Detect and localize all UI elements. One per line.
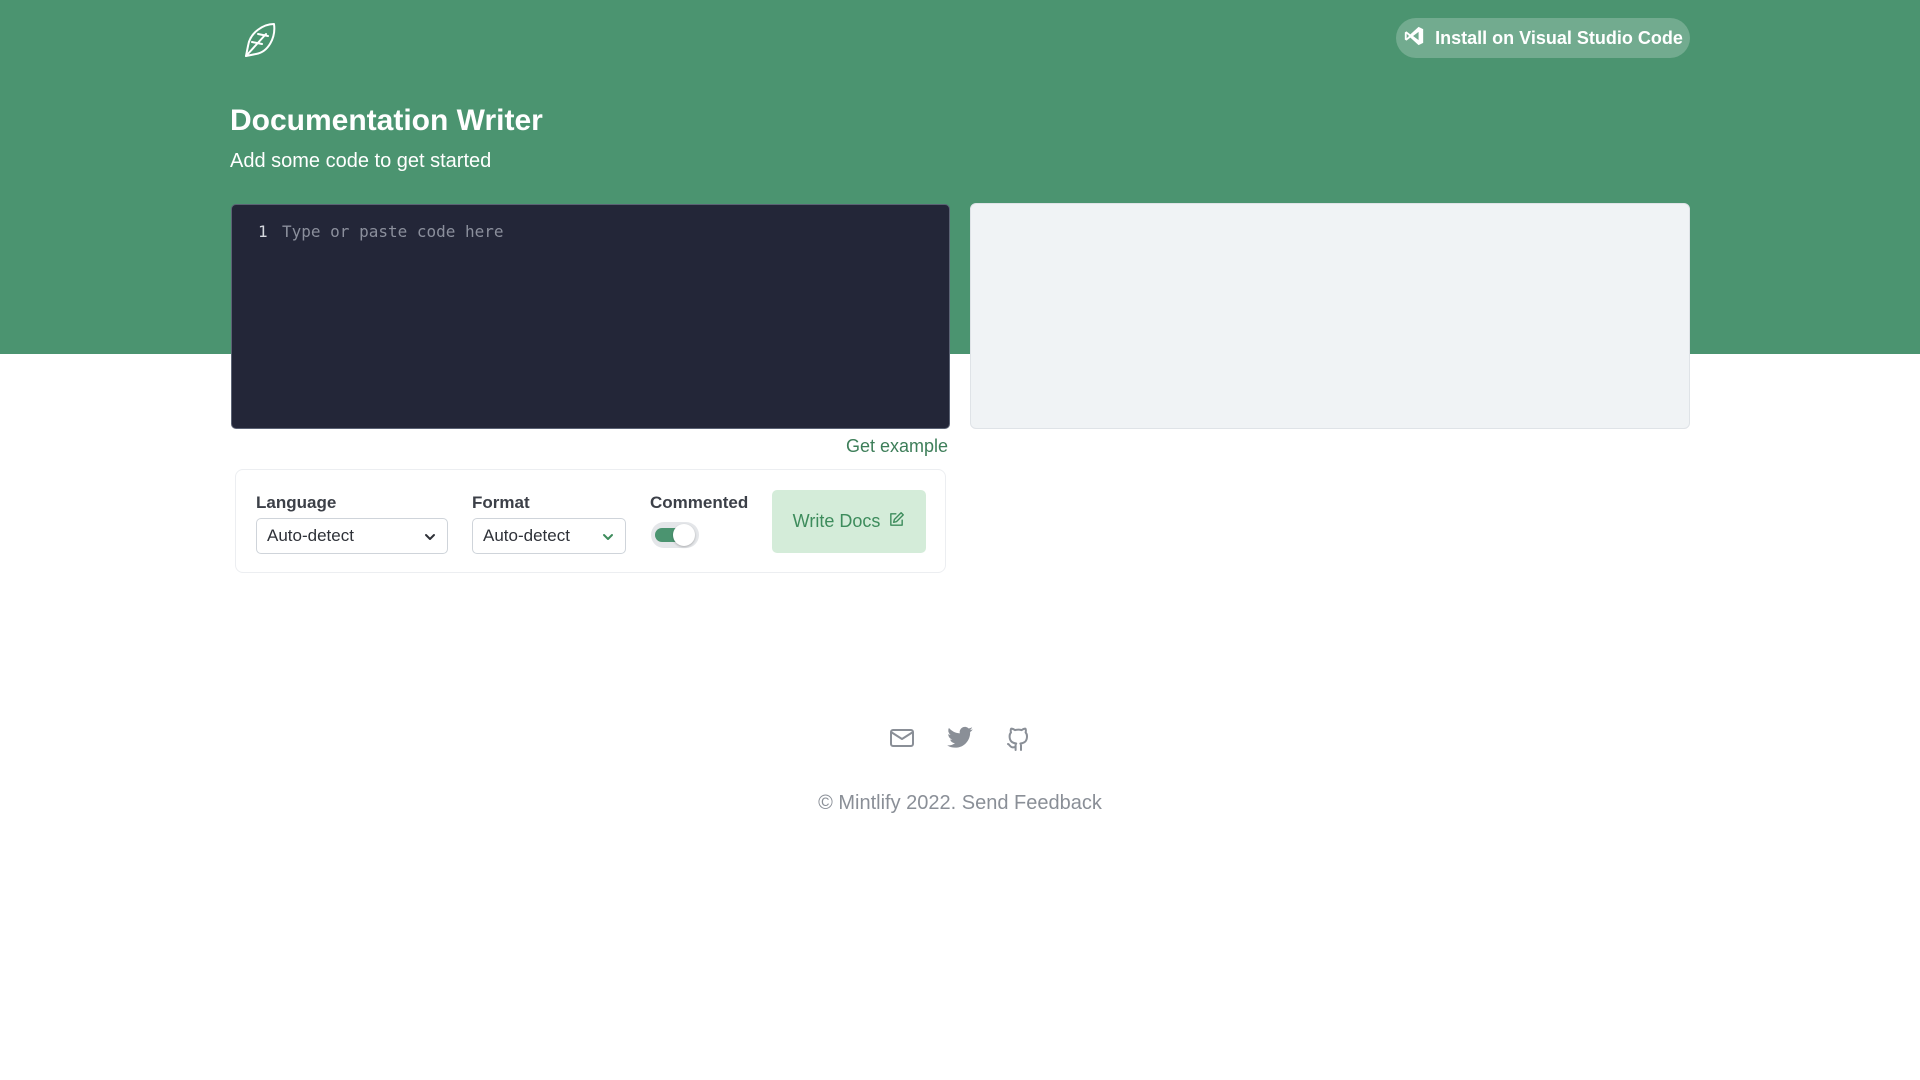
toggle-knob xyxy=(673,524,695,546)
page-subtitle: Add some code to get started xyxy=(230,150,492,172)
write-docs-label: Write Docs xyxy=(792,511,881,531)
twitter-icon[interactable] xyxy=(946,724,974,752)
commented-label: Commented xyxy=(650,493,749,512)
write-docs-button[interactable]: Write Docs xyxy=(772,490,926,553)
options-panel: Language Auto-detect Format Auto-detect … xyxy=(235,469,946,573)
edit-icon xyxy=(888,511,905,533)
chevron-down-icon xyxy=(425,534,435,540)
code-editor[interactable]: 1 Type or paste code here xyxy=(231,204,950,429)
code-placeholder: Type or paste code here xyxy=(282,222,504,241)
install-vscode-label: Install on Visual Studio Code xyxy=(1435,27,1683,48)
documentation-output-panel xyxy=(970,203,1690,429)
copyright-text: © Mintlify 2022. xyxy=(818,792,957,814)
format-select-value: Auto-detect xyxy=(483,526,570,545)
line-number: 1 xyxy=(258,222,268,241)
format-select[interactable]: Auto-detect xyxy=(472,518,626,554)
mail-icon[interactable] xyxy=(888,724,916,752)
language-select-value: Auto-detect xyxy=(267,526,354,545)
footer: © Mintlify 2022. Send Feedback xyxy=(0,792,1920,815)
format-label: Format xyxy=(472,493,530,512)
send-feedback-link[interactable]: Send Feedback xyxy=(962,792,1102,814)
install-vscode-button[interactable]: Install on Visual Studio Code xyxy=(1396,18,1690,58)
github-icon[interactable] xyxy=(1004,724,1032,752)
language-label: Language xyxy=(256,493,337,512)
commented-toggle[interactable] xyxy=(651,522,699,548)
chevron-down-icon xyxy=(603,534,613,540)
vscode-icon xyxy=(1403,25,1425,52)
feather-pen-icon[interactable] xyxy=(236,16,284,64)
get-example-link[interactable]: Get example xyxy=(846,436,948,457)
language-select[interactable]: Auto-detect xyxy=(256,518,448,554)
page-title: Documentation Writer xyxy=(230,104,543,137)
